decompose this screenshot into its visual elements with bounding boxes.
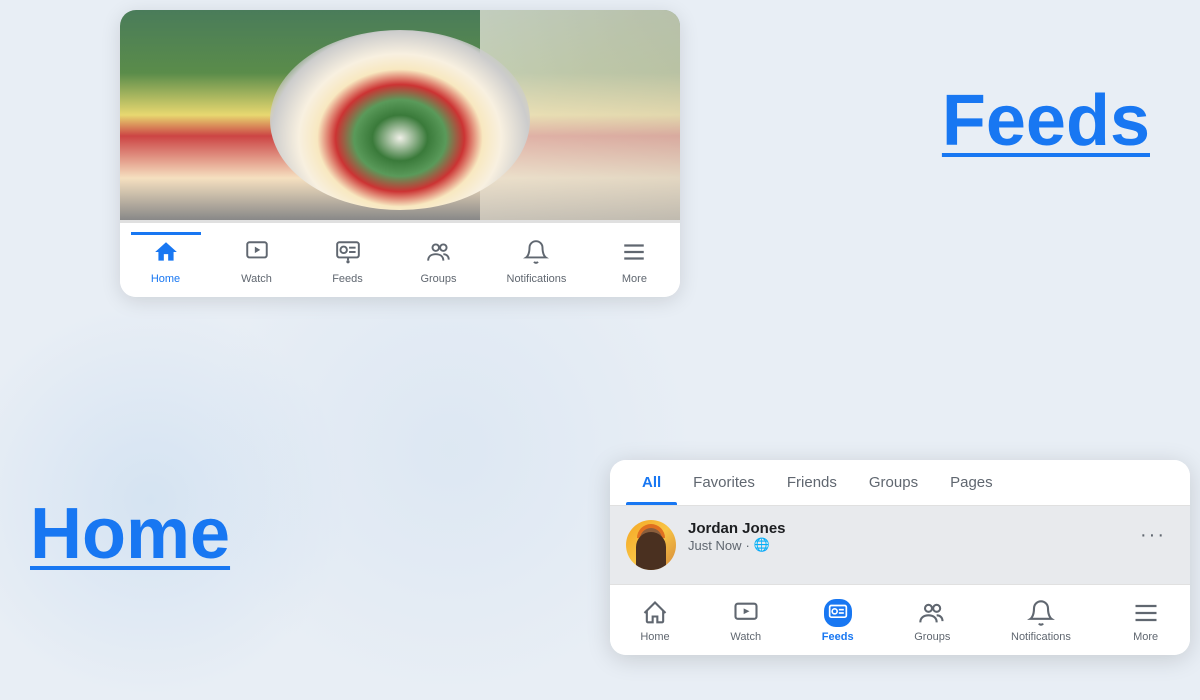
nav-item-groups-top[interactable]: Groups bbox=[404, 235, 474, 289]
watch-icon-bottom bbox=[732, 599, 760, 627]
feeds-icon-bottom bbox=[824, 599, 852, 627]
tab-all[interactable]: All bbox=[626, 460, 677, 505]
avatar bbox=[626, 520, 676, 570]
nav-label-more-bottom: More bbox=[1133, 631, 1158, 643]
post-timestamp: Just Now · 🌐 bbox=[688, 537, 1120, 553]
top-nav-bar: Home Watch bbox=[120, 220, 680, 297]
post-username: Jordan Jones bbox=[688, 520, 1120, 537]
nav-item-feeds-top[interactable]: Feeds bbox=[313, 235, 383, 289]
feeds-big-label: Feeds bbox=[942, 80, 1150, 162]
nav-label-notifications-top: Notifications bbox=[507, 273, 567, 285]
post-more-button[interactable]: ··· bbox=[1132, 520, 1174, 551]
groups-icon-top bbox=[426, 239, 452, 269]
nav-label-groups-top: Groups bbox=[420, 273, 456, 285]
nav-item-notifications-bottom[interactable]: Notifications bbox=[1001, 595, 1081, 647]
home-big-label: Home bbox=[30, 493, 230, 575]
nav-item-home-bottom[interactable]: Home bbox=[630, 595, 679, 647]
nav-label-home-bottom: Home bbox=[640, 631, 669, 643]
nav-item-watch-bottom[interactable]: Watch bbox=[720, 595, 771, 647]
nav-label-watch-top: Watch bbox=[241, 273, 272, 285]
tab-groups[interactable]: Groups bbox=[853, 460, 934, 505]
nav-label-home-top: Home bbox=[151, 273, 180, 285]
nav-item-home-top[interactable]: Home bbox=[131, 232, 201, 289]
more-icon-bottom bbox=[1132, 599, 1160, 627]
nav-item-more-top[interactable]: More bbox=[599, 235, 669, 289]
watch-icon-top bbox=[244, 239, 270, 269]
feed-tabs-bar: All Favorites Friends Groups Pages bbox=[610, 460, 1190, 506]
nav-label-more-top: More bbox=[622, 273, 647, 285]
nav-label-notifications-bottom: Notifications bbox=[1011, 631, 1071, 643]
tab-friends[interactable]: Friends bbox=[771, 460, 853, 505]
privacy-icon: 🌐 bbox=[754, 537, 770, 553]
notifications-icon-top bbox=[523, 239, 549, 269]
nav-item-more-bottom[interactable]: More bbox=[1122, 595, 1170, 647]
tab-favorites[interactable]: Favorites bbox=[677, 460, 771, 505]
home-icon-bottom bbox=[641, 599, 669, 627]
groups-icon-bottom bbox=[918, 599, 946, 627]
nav-item-notifications-top[interactable]: Notifications bbox=[495, 235, 579, 289]
food-image bbox=[120, 10, 680, 220]
post-info: Jordan Jones Just Now · 🌐 bbox=[688, 520, 1120, 553]
nav-label-watch-bottom: Watch bbox=[730, 631, 761, 643]
top-card: Home Watch bbox=[120, 10, 680, 297]
feed-post-row: Jordan Jones Just Now · 🌐 ··· bbox=[610, 506, 1190, 584]
bottom-card: All Favorites Friends Groups Pages Jorda… bbox=[610, 460, 1190, 655]
bottom-nav-bar: Home Watch Feeds bbox=[610, 584, 1190, 655]
nav-label-feeds-bottom: Feeds bbox=[822, 631, 854, 643]
notifications-icon-bottom bbox=[1027, 599, 1055, 627]
home-icon-top bbox=[153, 239, 179, 269]
feeds-icon-top bbox=[335, 239, 361, 269]
nav-item-watch-top[interactable]: Watch bbox=[222, 235, 292, 289]
more-icon-top bbox=[621, 239, 647, 269]
nav-label-feeds-top: Feeds bbox=[332, 273, 363, 285]
nav-item-groups-bottom[interactable]: Groups bbox=[904, 595, 960, 647]
nav-item-feeds-bottom[interactable]: Feeds bbox=[812, 595, 864, 647]
nav-label-groups-bottom: Groups bbox=[914, 631, 950, 643]
tab-pages[interactable]: Pages bbox=[934, 460, 1009, 505]
